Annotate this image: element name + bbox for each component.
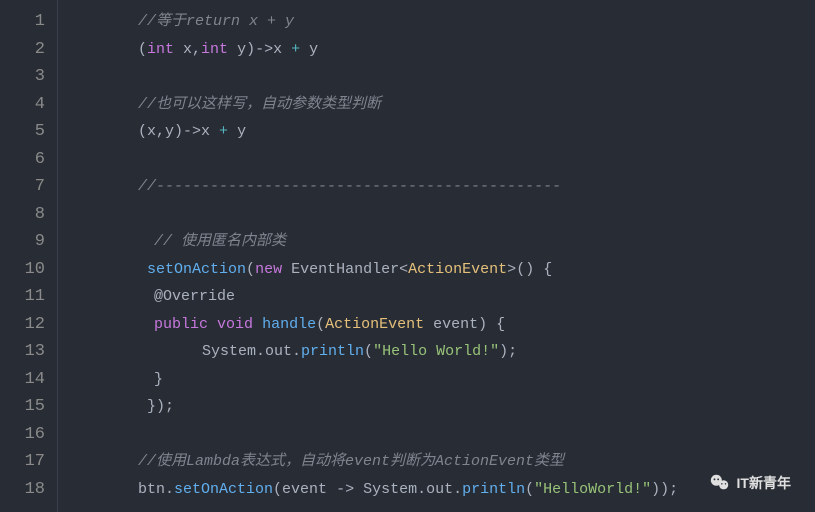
line-number: 8 <box>8 201 45 229</box>
line-number: 1 <box>8 8 45 36</box>
code-line: //使用Lambda表达式，自动将event判断为ActionEvent类型 <box>74 448 815 476</box>
comment-text: //使用Lambda表达式，自动将event判断为ActionEvent类型 <box>138 453 564 470</box>
type-param: ActionEvent <box>408 261 507 278</box>
code-line: (int x,int y)->x + y <box>74 36 815 64</box>
code-line: setOnAction(new EventHandler<ActionEvent… <box>74 256 815 284</box>
method-call: setOnAction <box>174 481 273 498</box>
watermark: IT新青年 <box>709 472 791 494</box>
expr: x <box>273 41 291 58</box>
keyword: int <box>201 41 228 58</box>
line-number: 2 <box>8 36 45 64</box>
arrow-op: -> <box>183 123 201 140</box>
code-line: } <box>74 366 815 394</box>
code-line <box>74 146 815 174</box>
string-literal: "HelloWorld!" <box>534 481 651 498</box>
line-number: 9 <box>8 228 45 256</box>
comment-text: //也可以这样写，自动参数类型判断 <box>138 96 381 113</box>
paren: ( <box>316 316 325 333</box>
paren: ); <box>499 343 517 360</box>
annotation: @Override <box>154 288 235 305</box>
variable: y <box>228 41 246 58</box>
space <box>253 316 262 333</box>
line-number: 16 <box>8 421 45 449</box>
expr: x <box>201 123 219 140</box>
comment-divider: //--------------------------------------… <box>138 178 561 195</box>
line-number: 3 <box>8 63 45 91</box>
code-line: //--------------------------------------… <box>74 173 815 201</box>
line-number: 10 <box>8 256 45 284</box>
comment-text: //等于return x + y <box>138 13 294 30</box>
keyword: public <box>154 316 208 333</box>
watermark-label: IT新青年 <box>737 473 791 493</box>
space <box>208 316 217 333</box>
line-number-gutter: 1 2 3 4 5 6 7 8 9 10 11 12 13 14 15 16 1… <box>0 0 58 512</box>
brace: () { <box>516 261 552 278</box>
brace: }); <box>147 398 174 415</box>
paren: ( <box>525 481 534 498</box>
paren: (x,y) <box>138 123 183 140</box>
line-number: 14 <box>8 366 45 394</box>
wechat-icon <box>709 472 731 494</box>
comment-text: // 使用匿名内部类 <box>154 233 286 250</box>
arrow-op: )-> <box>246 41 273 58</box>
line-number: 5 <box>8 118 45 146</box>
code-area[interactable]: //等于return x + y (int x,int y)->x + y //… <box>58 0 815 512</box>
method-name: handle <box>262 316 316 333</box>
object-ref: System.out. <box>202 343 301 360</box>
keyword: new <box>255 261 282 278</box>
paren: ( <box>246 261 255 278</box>
expr: y <box>300 41 318 58</box>
expr: y <box>228 123 246 140</box>
line-number: 18 <box>8 476 45 504</box>
param: event) { <box>424 316 505 333</box>
code-line: btn.setOnAction(event -> System.out.prin… <box>74 476 815 504</box>
method-call: println <box>301 343 364 360</box>
line-number: 11 <box>8 283 45 311</box>
variable: x, <box>174 41 201 58</box>
object-ref: System.out. <box>354 481 462 498</box>
code-line: //也可以这样写，自动参数类型判断 <box>74 91 815 119</box>
angle-bracket: < <box>399 261 408 278</box>
line-number: 13 <box>8 338 45 366</box>
string-literal: "Hello World!" <box>373 343 499 360</box>
brace: } <box>154 371 163 388</box>
paren: ( <box>138 41 147 58</box>
line-number: 6 <box>8 146 45 174</box>
keyword: void <box>217 316 253 333</box>
operator: + <box>219 123 228 140</box>
type: ActionEvent <box>325 316 424 333</box>
code-line: System.out.println("Hello World!"); <box>74 338 815 366</box>
code-line: }); <box>74 393 815 421</box>
code-line: //等于return x + y <box>74 8 815 36</box>
method-call: println <box>462 481 525 498</box>
code-line <box>74 63 815 91</box>
space <box>282 261 291 278</box>
code-line <box>74 201 815 229</box>
code-line <box>74 421 815 449</box>
code-line: public void handle(ActionEvent event) { <box>74 311 815 339</box>
paren: )); <box>651 481 678 498</box>
line-number: 15 <box>8 393 45 421</box>
code-line: @Override <box>74 283 815 311</box>
angle-bracket: > <box>507 261 516 278</box>
operator: + <box>291 41 300 58</box>
function-call: setOnAction <box>147 261 246 278</box>
code-line: (x,y)->x + y <box>74 118 815 146</box>
line-number: 7 <box>8 173 45 201</box>
arrow-op: -> <box>336 481 354 498</box>
keyword: int <box>147 41 174 58</box>
code-line: // 使用匿名内部类 <box>74 228 815 256</box>
line-number: 4 <box>8 91 45 119</box>
classname: EventHandler <box>291 261 399 278</box>
object-ref: btn. <box>138 481 174 498</box>
param: (event <box>273 481 336 498</box>
line-number: 12 <box>8 311 45 339</box>
paren: ( <box>364 343 373 360</box>
code-editor: 1 2 3 4 5 6 7 8 9 10 11 12 13 14 15 16 1… <box>0 0 815 512</box>
line-number: 17 <box>8 448 45 476</box>
